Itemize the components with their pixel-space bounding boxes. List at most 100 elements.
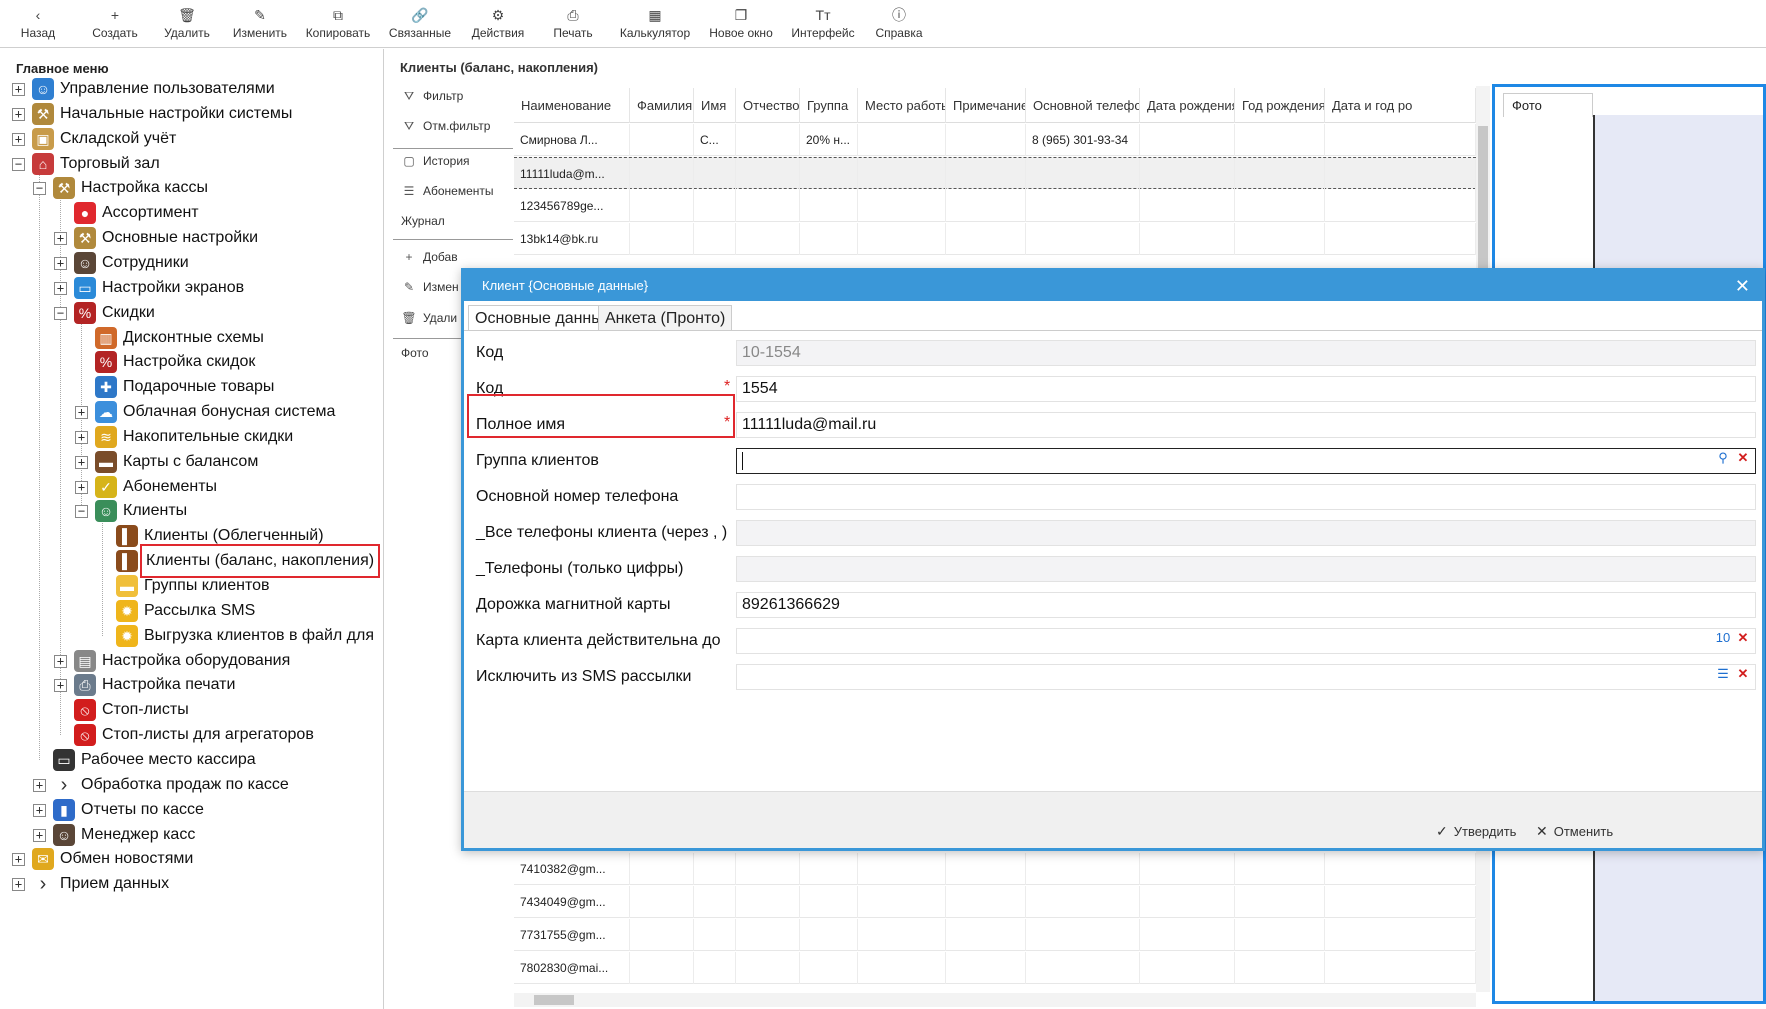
column-header[interactable]: Отчество	[736, 88, 800, 123]
table-cell	[1325, 190, 1476, 222]
column-header[interactable]: Наименование	[514, 88, 630, 123]
calendar-icon[interactable]: 10	[1714, 629, 1732, 647]
font-size-icon: Tт	[815, 7, 831, 23]
column-header[interactable]: Дата рождения	[1140, 88, 1235, 123]
side-action-5[interactable]: + Добав	[393, 243, 457, 271]
table-row[interactable]: 7410382@gm...	[514, 853, 1476, 885]
column-header[interactable]: Дата и год ро	[1325, 88, 1476, 123]
side-action-7[interactable]: 🗑 Удали	[393, 304, 457, 332]
help-button[interactable]: ⓘ Справка	[872, 6, 926, 46]
side-action-1[interactable]: ⛛ Отм.фильтр	[393, 112, 491, 140]
scroll-thumb[interactable]	[534, 995, 574, 1005]
table-cell	[694, 919, 736, 951]
column-header[interactable]: Место работы	[858, 88, 946, 123]
expand-icon[interactable]: +	[33, 778, 46, 792]
expand-icon[interactable]: +	[12, 853, 25, 867]
tree-item-label: Настройка оборудования	[102, 651, 291, 669]
column-header[interactable]: Группа	[800, 88, 858, 123]
expand-icon[interactable]: +	[12, 132, 25, 146]
tab-basic-data[interactable]: Основные данные	[468, 305, 619, 331]
collapse-icon[interactable]: −	[75, 505, 88, 519]
close-icon[interactable]: ✕	[1735, 271, 1750, 301]
related-button[interactable]: 🔗 Связанные	[384, 6, 456, 46]
field-label: Код	[476, 344, 504, 361]
expand-icon[interactable]: +	[12, 107, 25, 121]
table-cell	[630, 190, 694, 222]
side-action-2[interactable]: ▢ История	[393, 147, 469, 175]
table-row[interactable]: 7434049@gm...	[514, 886, 1476, 918]
field-input-5[interactable]	[736, 520, 1756, 546]
cancel-button[interactable]: ✕ Отменить	[1536, 820, 1613, 842]
clear-icon[interactable]: ✕	[1734, 665, 1752, 683]
actions-button[interactable]: ⚙ Действия	[466, 6, 530, 46]
create-button[interactable]: + Создать	[88, 6, 142, 46]
field-input-8[interactable]	[736, 628, 1756, 654]
expand-icon[interactable]: +	[12, 878, 25, 892]
side-action-6[interactable]: ✎ Измен	[393, 273, 459, 301]
expand-icon[interactable]: +	[54, 679, 67, 693]
field-input-1[interactable]: 1554	[736, 376, 1756, 402]
dialog-footer: ✓ Утвердить ✕ Отменить	[464, 791, 1762, 848]
back-button[interactable]: ‹ Назад	[16, 6, 60, 46]
expand-icon[interactable]: +	[54, 281, 67, 295]
field-input-6[interactable]	[736, 556, 1756, 582]
column-header[interactable]: Год рождения	[1235, 88, 1325, 123]
field-input-3[interactable]	[736, 448, 1756, 474]
delete-button[interactable]: 🗑 Удалить	[160, 6, 214, 46]
main-menu-panel: Главное меню + ☺ Управление пользователями…	[0, 49, 384, 1009]
collapse-icon[interactable]: −	[12, 157, 25, 171]
table-row[interactable]: 7731755@gm...	[514, 919, 1476, 951]
copy-button[interactable]: ⧉ Копировать	[302, 6, 374, 46]
tab-questionnaire[interactable]: Анкета (Пронто)	[598, 305, 733, 331]
side-action-0[interactable]: ⛛ Фильтр	[393, 82, 463, 110]
monitor-icon: ▭	[53, 748, 75, 771]
table-row[interactable]: Смирнова Л... С... 20% н... 8 (965) 301-93-…	[514, 124, 1476, 156]
expand-icon[interactable]: +	[75, 455, 88, 469]
grid-horizontal-scrollbar[interactable]	[514, 993, 1476, 1007]
table-cell	[1026, 886, 1140, 918]
table-row[interactable]: 7802830@mai...	[514, 952, 1476, 984]
table-row[interactable]: 11111luda@m...	[514, 157, 1476, 190]
expand-icon[interactable]: +	[12, 83, 25, 96]
search-icon[interactable]: ⚲	[1714, 449, 1732, 467]
side-action-3[interactable]: ☰ Абонементы	[393, 177, 494, 205]
table-row[interactable]: 123456789ge...	[514, 190, 1476, 222]
interface-button[interactable]: Tт Интерфейс	[788, 6, 858, 46]
expand-icon[interactable]: +	[33, 803, 46, 817]
tree-item-label: Накопительные скидки	[123, 427, 294, 445]
expand-icon[interactable]: +	[33, 828, 46, 842]
new-window-button[interactable]: ❐ Новое окно	[704, 6, 778, 46]
field-input-4[interactable]	[736, 484, 1756, 510]
column-header[interactable]: Примечание	[946, 88, 1026, 123]
expand-icon[interactable]: +	[54, 232, 67, 246]
collapse-icon[interactable]: −	[33, 182, 46, 196]
confirm-button[interactable]: ✓ Утвердить	[1436, 820, 1516, 842]
tab-photo[interactable]: Фото	[1503, 93, 1593, 117]
clear-icon[interactable]: ✕	[1734, 449, 1752, 467]
toolbar: ‹ Назад + Создать 🗑 Удалить ✎ Изменить ⧉ Копи…	[0, 0, 1766, 48]
field-input-9[interactable]	[736, 664, 1756, 690]
calculator-button[interactable]: ▦ Калькулятор	[614, 6, 696, 46]
column-header[interactable]: Имя	[694, 88, 736, 123]
expand-icon[interactable]: +	[54, 654, 67, 668]
form-row: Код 10-1554	[464, 337, 1762, 369]
field-input-2[interactable]: 11111luda@mail.ru	[736, 412, 1756, 438]
side-action-8[interactable]: Фото	[393, 339, 429, 367]
print-button[interactable]: ⎙ Печать	[548, 6, 598, 46]
table-cell: 123456789ge...	[514, 190, 630, 222]
list-icon[interactable]: ☰	[1714, 665, 1732, 683]
clear-icon[interactable]: ✕	[1734, 629, 1752, 647]
tree-item-label: Ассортимент	[102, 204, 199, 222]
expand-icon[interactable]: +	[54, 256, 67, 270]
column-header[interactable]: Фамилия	[630, 88, 694, 123]
edit-button[interactable]: ✎ Изменить	[228, 6, 292, 46]
table-row[interactable]: 13bk14@bk.ru	[514, 223, 1476, 255]
column-header[interactable]: Основной телефон	[1026, 88, 1140, 123]
collapse-icon[interactable]: −	[54, 306, 67, 320]
expand-icon[interactable]: +	[75, 430, 88, 444]
side-action-4[interactable]: Журнал	[393, 207, 445, 235]
expand-icon[interactable]: +	[75, 406, 88, 420]
table-cell: 20% н...	[800, 124, 858, 156]
expand-icon[interactable]: +	[75, 480, 88, 494]
field-input-7[interactable]: 89261366629	[736, 592, 1756, 618]
